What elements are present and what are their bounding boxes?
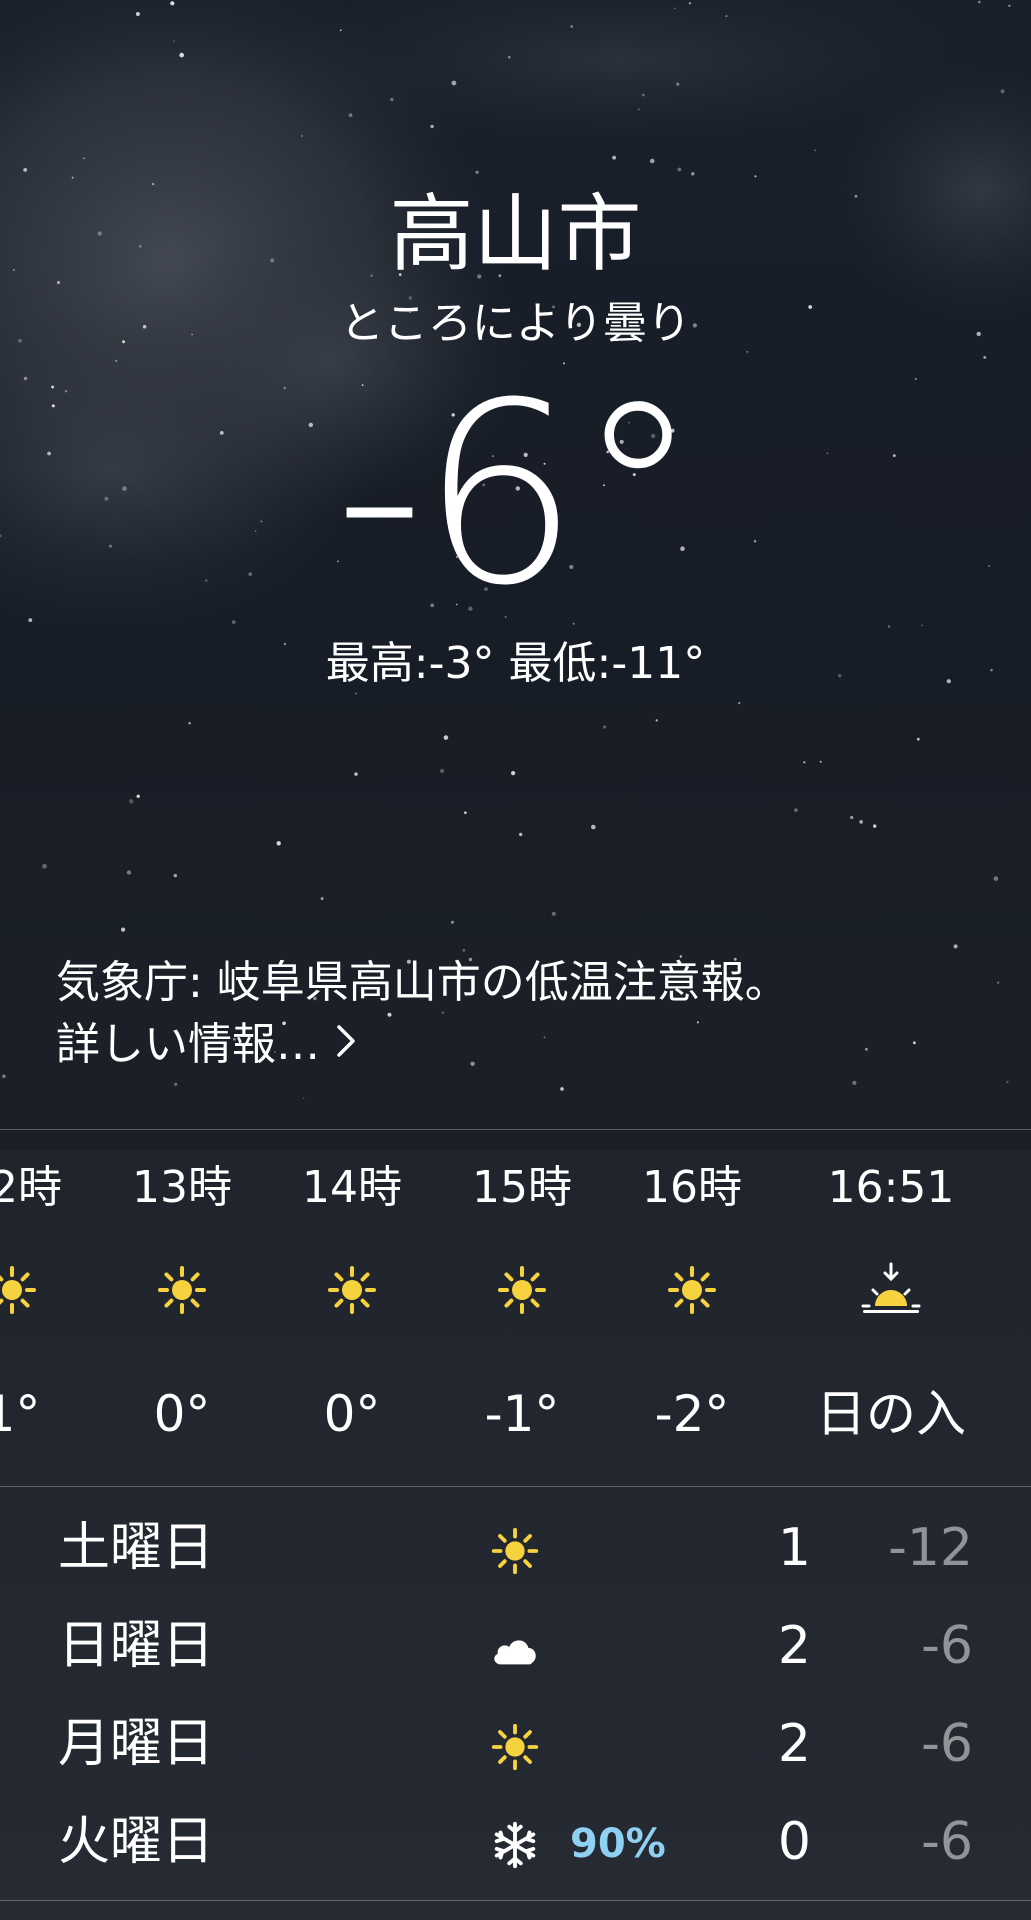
low-temperature: 最低:-11° bbox=[508, 638, 706, 689]
cloud-icon bbox=[488, 1622, 542, 1676]
day-low: -6 bbox=[921, 1812, 973, 1872]
sun-icon bbox=[488, 1524, 542, 1578]
day-name: 火曜日 bbox=[58, 1812, 215, 1872]
alert-more-label: 詳しい情報… bbox=[56, 1019, 320, 1070]
hourly-bottom-divider bbox=[0, 1486, 1031, 1487]
high-low-temperature: 最高:-3° 最低:-11° bbox=[0, 636, 1031, 692]
city-name: 高山市 bbox=[389, 185, 642, 283]
alert-text: 気象庁: 岐阜県高山市の低温注意報。 bbox=[56, 957, 789, 1008]
hourly-forecast[interactable]: 12時 1° 13時 0° 14時 0° 15時 -1° 16時 -2° 16:… bbox=[0, 1130, 1031, 1486]
daily-row: 火曜日 90% 0 -6 bbox=[0, 1794, 1031, 1892]
weather-condition: ところにより曇り bbox=[339, 298, 692, 349]
current-temperature: -6° bbox=[334, 349, 700, 640]
day-low: -6 bbox=[921, 1714, 973, 1774]
day-high: 1 bbox=[777, 1518, 811, 1578]
precipitation-chance: 90% bbox=[570, 1821, 666, 1867]
sun-icon bbox=[664, 1262, 720, 1318]
daily-row: 月曜日 2 -6 bbox=[0, 1696, 1031, 1794]
sun-icon bbox=[0, 1262, 40, 1318]
day-high: 2 bbox=[777, 1616, 811, 1676]
hourly-time: 16時 bbox=[642, 1162, 742, 1213]
hourly-temperature: -2° bbox=[654, 1385, 730, 1443]
day-high: 2 bbox=[777, 1714, 811, 1774]
daily-row: 日曜日 2 -6 bbox=[0, 1598, 1031, 1696]
day-name: 月曜日 bbox=[58, 1714, 215, 1774]
hourly-temperature: 0° bbox=[323, 1385, 381, 1443]
sun-icon bbox=[494, 1262, 550, 1318]
day-low: -12 bbox=[888, 1518, 973, 1578]
snowflake-icon bbox=[488, 1818, 542, 1872]
chevron-right-icon bbox=[334, 1014, 358, 1076]
day-name: 日曜日 bbox=[58, 1616, 215, 1676]
hourly-time: 16:51 bbox=[827, 1162, 955, 1213]
sun-icon bbox=[154, 1262, 210, 1318]
hourly-temperature: -1° bbox=[484, 1385, 560, 1443]
alert-more-link[interactable]: 詳しい情報… bbox=[56, 1014, 358, 1076]
sunset-label: 日の入 bbox=[816, 1385, 966, 1443]
day-high: 0 bbox=[777, 1812, 811, 1872]
hourly-time: 13時 bbox=[132, 1162, 232, 1213]
sunset-icon bbox=[859, 1262, 923, 1318]
day-low: -6 bbox=[921, 1616, 973, 1676]
hourly-time: 14時 bbox=[302, 1162, 402, 1213]
daily-bottom-divider bbox=[0, 1900, 1031, 1901]
day-name: 土曜日 bbox=[58, 1518, 215, 1578]
high-temperature: 最高:-3° bbox=[325, 638, 495, 689]
sun-icon bbox=[488, 1720, 542, 1774]
hourly-time: 12時 bbox=[0, 1162, 62, 1213]
daily-row: 土曜日 1 -12 bbox=[0, 1500, 1031, 1598]
hourly-time: 15時 bbox=[472, 1162, 572, 1213]
weather-alert[interactable]: 気象庁: 岐阜県高山市の低温注意報。 詳しい情報… bbox=[56, 952, 986, 1076]
hourly-temperature: 1° bbox=[0, 1385, 41, 1443]
sun-icon bbox=[324, 1262, 380, 1318]
hourly-temperature: 0° bbox=[153, 1385, 211, 1443]
